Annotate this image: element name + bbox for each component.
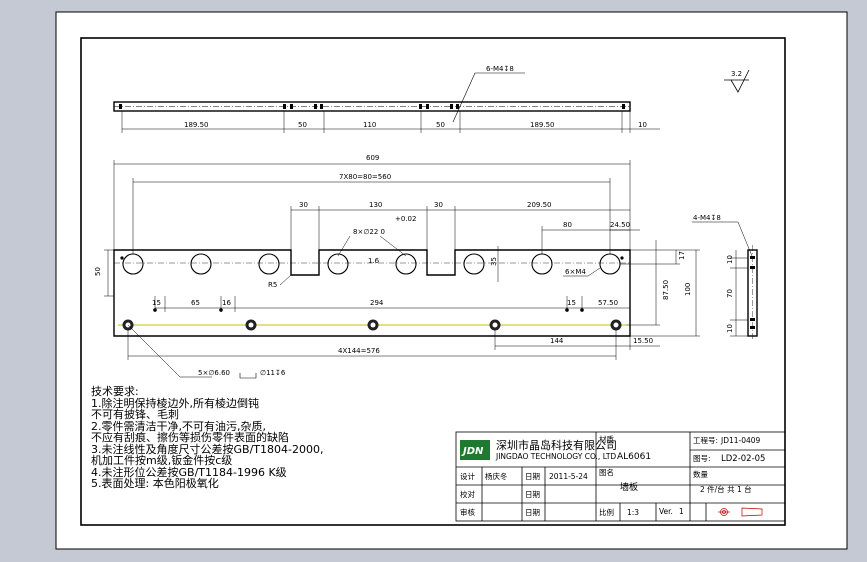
front-radius: R5 xyxy=(268,281,277,289)
top-dim-5: 189.50 xyxy=(530,121,555,129)
part-name-label: 图名 xyxy=(599,467,614,477)
front-dim-80: 80 xyxy=(563,221,572,229)
front-hole-pitch: 4X144=576 xyxy=(338,347,380,355)
company-name-en: JINGDAO TECHNOLOGY CO., LTD xyxy=(495,452,616,461)
side-dim-70: 70 xyxy=(726,289,734,298)
front-dim-15-50: 15.50 xyxy=(633,337,653,345)
design-label: 设计 xyxy=(460,471,475,481)
front-dim-30b: 30 xyxy=(434,201,443,209)
ver-value: 1 xyxy=(679,507,684,516)
front-h-50: 50 xyxy=(94,267,102,276)
front-h-87-5: 87.50 xyxy=(662,280,670,300)
front-dim-pitch: 7X80=80=560 xyxy=(339,173,391,181)
qty-label: 数量 xyxy=(693,469,708,479)
part-name-value: 墙板 xyxy=(620,481,638,493)
material-label: 材质 xyxy=(599,434,614,444)
material-value: AL6061 xyxy=(617,452,651,462)
notes-line: 5.表面处理: 本色阳极氧化 xyxy=(91,476,219,490)
project-value: JD11-0409 xyxy=(720,436,761,445)
front-dim-144: 144 xyxy=(550,337,564,345)
front-bore-note: 8×∅22 0 xyxy=(353,228,385,236)
front-dim-294: 294 xyxy=(370,299,384,307)
notes-line: 不应有刮痕、擦伤等损伤零件表面的缺陷 xyxy=(91,430,289,444)
check-date-label: 日期 xyxy=(525,490,540,499)
date-value: 2011-5-24 xyxy=(549,472,588,481)
top-dim-2: 50 xyxy=(298,121,307,129)
drawing-value: LD2-02-05 xyxy=(721,454,765,464)
approve-label: 审核 xyxy=(460,507,475,517)
front-dim-length: 609 xyxy=(366,154,379,162)
top-dim-3: 110 xyxy=(363,121,376,129)
surface-finish-value: 3.2 xyxy=(731,70,742,78)
company-logo-text: JDN xyxy=(461,446,484,457)
qty-value: 2 件/台 共 1 台 xyxy=(700,484,752,494)
side-hole-note: 4-M4↧8 xyxy=(693,214,721,222)
date-label: 日期 xyxy=(525,472,540,481)
top-view-hole-note: 6-M4↧8 xyxy=(486,65,514,73)
side-dim-10a: 10 xyxy=(726,255,734,264)
front-dim-1-6: 1.6 xyxy=(368,257,380,265)
front-h-35: 35 xyxy=(490,257,498,266)
top-dim-1: 189.50 xyxy=(184,121,209,129)
ver-label: Ver. xyxy=(659,507,673,516)
front-tolerance: +0.02 xyxy=(395,215,416,223)
notes-line: 不可有披锋、毛刺 xyxy=(91,407,179,421)
front-dim-209: 209.50 xyxy=(527,201,552,209)
front-cbore-a: 5×∅6.60 xyxy=(198,369,230,377)
front-h-17: 17 xyxy=(678,251,686,260)
top-dim-6: 10 xyxy=(638,121,647,129)
front-dim-24-5: 24.50 xyxy=(610,221,630,229)
side-dim-10b: 10 xyxy=(726,324,734,333)
check-label: 校对 xyxy=(460,489,475,499)
front-dim-130: 130 xyxy=(369,201,382,209)
front-dim-16b: 16 xyxy=(222,299,231,307)
project-label: 工程号: xyxy=(693,436,718,445)
front-m4-note: 6×M4 xyxy=(565,268,586,276)
drawing-label: 图号: xyxy=(693,454,711,463)
designer-value: 杨庆冬 xyxy=(485,471,508,481)
front-dim-65: 65 xyxy=(191,299,200,307)
front-dim-57-5: 57.50 xyxy=(598,299,618,307)
scale-value: 1:3 xyxy=(627,508,639,517)
front-dim-30a: 30 xyxy=(299,201,308,209)
scale-label: 比例 xyxy=(599,507,614,517)
top-dim-4: 50 xyxy=(436,121,445,129)
front-h-100: 100 xyxy=(684,283,692,296)
cad-drawing-canvas: 3.2 6-M4↧8 189.50 50 110 50 189.50 10 60… xyxy=(55,11,848,550)
notes-line: 机加工件按m级,钣金件按c级 xyxy=(91,453,232,467)
front-dim-15: 15 xyxy=(152,299,161,307)
front-dim-15b: 15 xyxy=(567,299,576,307)
front-cbore-b: ∅11↧6 xyxy=(260,369,286,377)
approve-date-label: 日期 xyxy=(525,508,540,517)
